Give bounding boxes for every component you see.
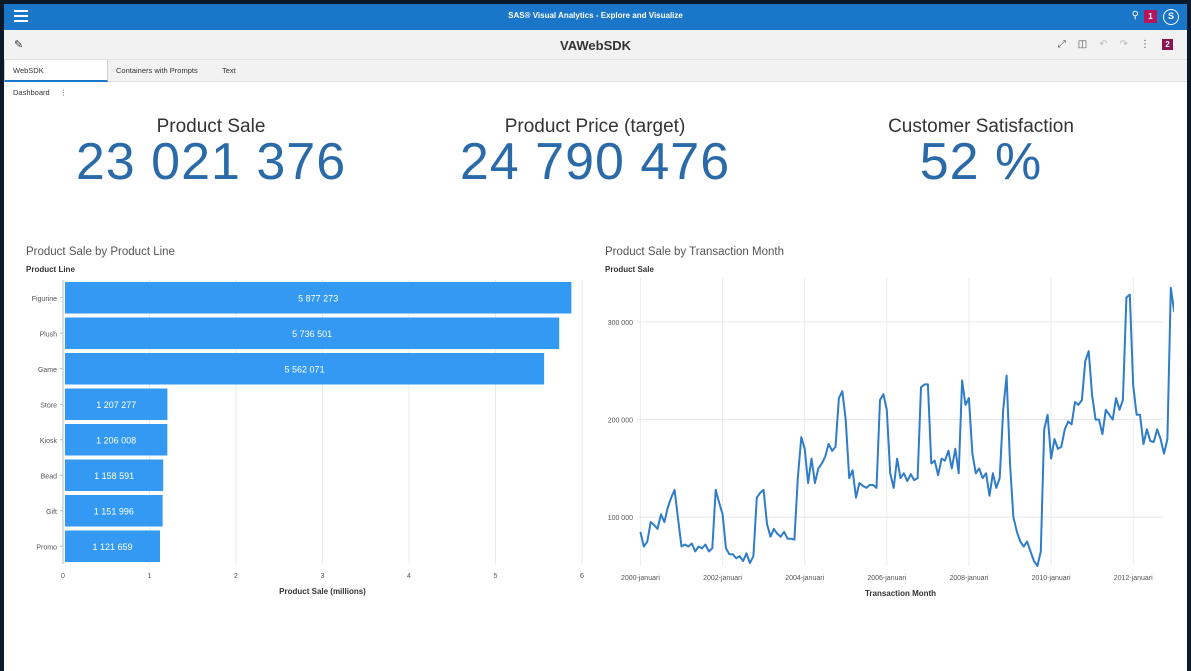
bar-category-label: Bead (41, 473, 57, 480)
bar-x-tick-label: 6 (580, 573, 584, 580)
user-avatar[interactable]: S (1163, 9, 1179, 25)
bar-data-label: 1 121 659 (92, 542, 132, 552)
panel-toggle-icon[interactable]: ◫ (1078, 39, 1087, 50)
bar-data-label: 1 158 591 (94, 471, 134, 481)
line-x-tick-label: 2006-januari (867, 575, 906, 582)
kpi-value: 24 790 476 (459, 133, 731, 191)
bar-x-tick-label: 2 (234, 573, 238, 580)
expand-icon[interactable]: ⤢ (1058, 39, 1066, 50)
bar-category-label: Gift (46, 509, 57, 516)
page-tabs: WebSDK Dashboard ⋮ Containers with Prompt… (4, 60, 1187, 97)
bar-category-label: Figurine (32, 296, 57, 303)
tab-containers-with-prompts[interactable]: Containers with Prompts (108, 60, 206, 82)
line-chart[interactable]: 100 000 200 000 300 000 2000-januari 2002-ja… (599, 274, 1174, 604)
line-x-tick-label: 2002-januari (703, 575, 742, 582)
app-header: SAS® Visual Analytics - Explore and Visu… (4, 4, 1187, 30)
tab-text[interactable]: Text (214, 60, 244, 82)
line-chart-title: Product Sale by Transaction Month (605, 246, 784, 258)
app-frame: SAS® Visual Analytics - Explore and Visu… (4, 4, 1187, 671)
report-title: VAWebSDK (559, 38, 632, 53)
kpi-value: 52 % (919, 133, 1043, 191)
bar-x-tick-label: 1 (148, 573, 152, 580)
kpi-product-sale: Product Sale 23 021 376 (46, 116, 376, 192)
bar-x-axis-label: Product Sale (millions) (279, 587, 366, 596)
tools-badge[interactable]: 2 (1162, 39, 1173, 50)
report-tools: ⤢ ◫ ↶ ↷ ⋮ 2 (1058, 39, 1173, 50)
bar-data-label: 1 206 008 (96, 435, 136, 445)
bar-data-label: 1 207 277 (96, 400, 136, 410)
line-x-tick-label: 2000-januari (621, 575, 660, 582)
line-y-tick-label: 100 000 (608, 515, 633, 522)
bar-data-label: 5 736 501 (292, 329, 332, 339)
kpi-customer-satisfaction: Customer Satisfaction 52 % (816, 116, 1146, 192)
bar-category-label: Plush (39, 331, 57, 338)
tab-more-icon[interactable]: ⋮ (60, 88, 68, 97)
report-toolbar: ✎ VAWebSDK ⤢ ◫ ↶ ↷ ⋮ 2 (4, 30, 1187, 60)
kpi-product-price: Product Price (target) 24 790 476 (430, 116, 760, 192)
bar-x-tick-label: 3 (321, 573, 325, 580)
bar-category-label: Promo (36, 544, 57, 551)
line-y-tick-label: 200 000 (608, 418, 633, 425)
bar-category-label: Kiosk (40, 438, 58, 445)
line-y-tick-label: 300 000 (608, 320, 633, 327)
bar-data-label: 5 877 273 (298, 293, 338, 303)
kpi-value: 23 021 376 (75, 133, 347, 191)
tab-websdk-dashboard[interactable]: WebSDK Dashboard ⋮ (4, 60, 108, 97)
line-chart-y-label: Product Sale (605, 265, 654, 274)
bar-chart[interactable]: 0 1 2 3 4 5 6 Figurine 5 877 273 Plush 5 736 501 Ga… (4, 274, 594, 604)
search-icon[interactable]: ⚲ (1132, 10, 1139, 21)
redo-icon[interactable]: ↷ (1120, 39, 1128, 50)
bar-x-tick-label: 0 (61, 573, 65, 580)
more-options-icon[interactable]: ⋮ (1140, 39, 1150, 50)
line-series (639, 286, 1174, 567)
bar-category-label: Store (40, 402, 57, 409)
bar-chart-title: Product Sale by Product Line (26, 246, 175, 258)
line-x-tick-label: 2010-januari (1032, 575, 1071, 582)
bar-x-tick-label: 5 (494, 573, 498, 580)
bar-x-tick-label: 4 (407, 573, 411, 580)
tab-label: WebSDK Dashboard (13, 66, 50, 97)
line-x-axis-label: Transaction Month (865, 589, 936, 598)
bar-data-label: 5 562 071 (285, 364, 325, 374)
line-x-tick-label: 2012-januari (1114, 575, 1153, 582)
bar-category-label: Game (38, 367, 57, 374)
bar-data-label: 1 151 996 (94, 506, 134, 516)
undo-icon[interactable]: ↶ (1099, 39, 1107, 50)
line-x-tick-label: 2004-januari (785, 575, 824, 582)
line-x-tick-label: 2008-januari (949, 575, 988, 582)
bar-chart-y-label: Product Line (26, 265, 75, 274)
notification-badge[interactable]: 1 (1144, 10, 1157, 23)
app-title: SAS® Visual Analytics - Explore and Visu… (508, 11, 683, 20)
